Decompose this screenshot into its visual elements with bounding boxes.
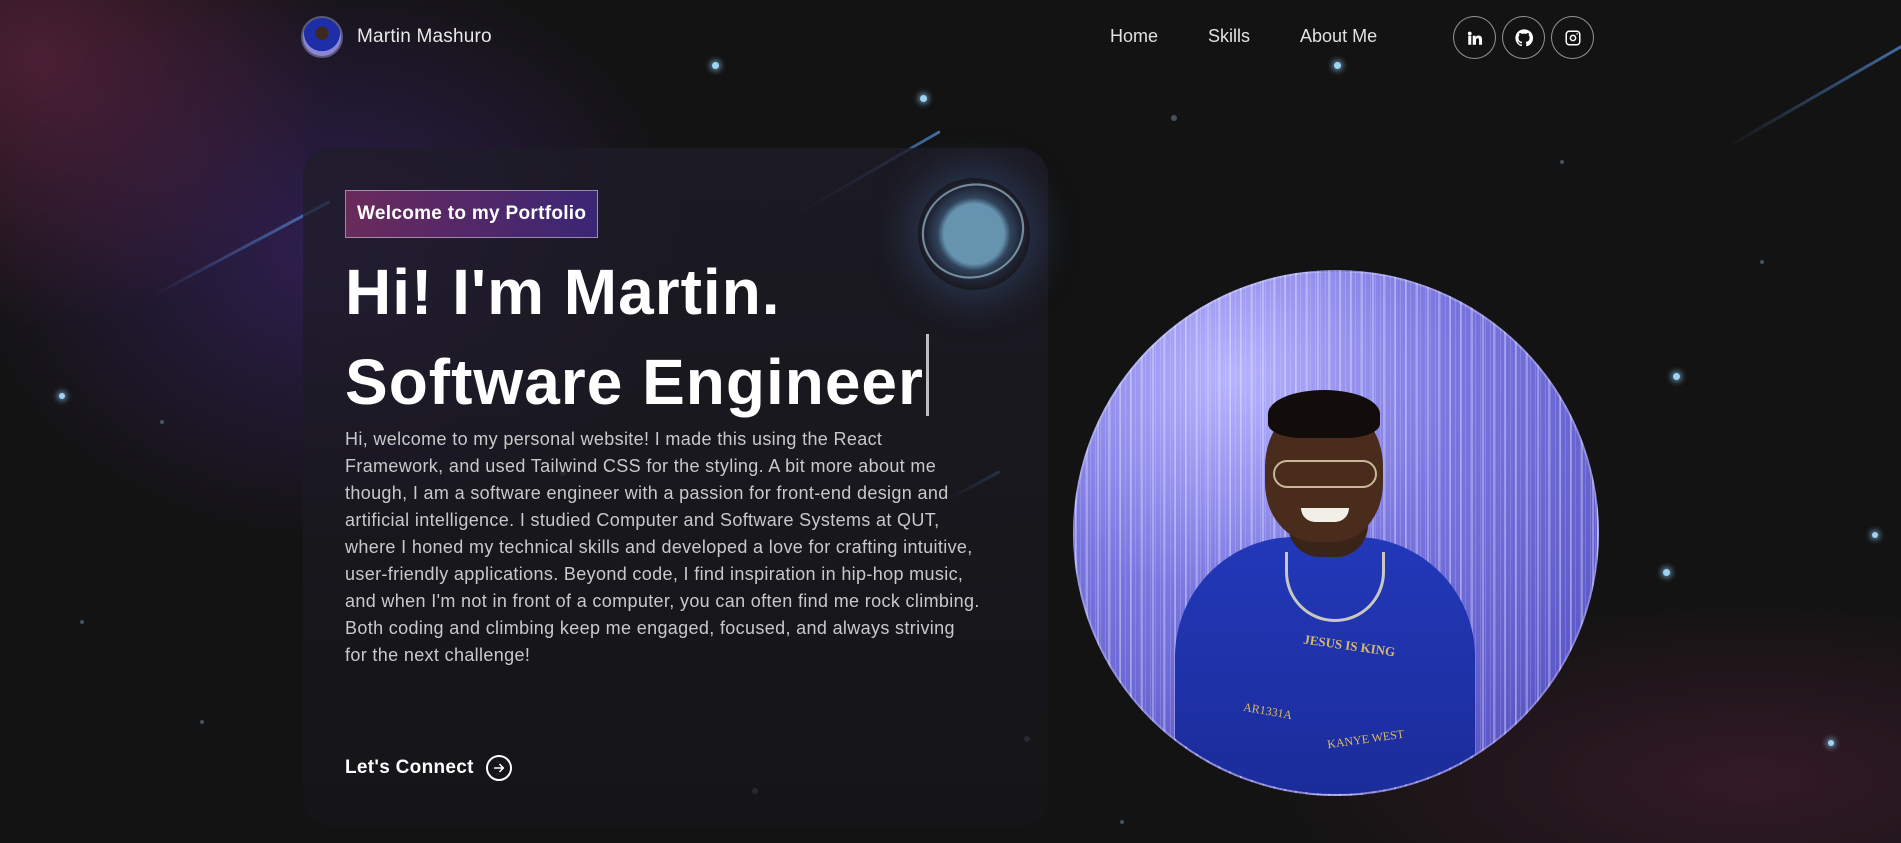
portrait-glasses xyxy=(1273,460,1377,488)
linkedin-icon xyxy=(1467,31,1482,45)
social-links xyxy=(1453,16,1594,59)
navbar: Martin Mashuro Home Skills About Me xyxy=(0,0,1901,76)
hero-bio: Hi, welcome to my personal website! I ma… xyxy=(345,429,980,665)
headline-role: Software Engineer xyxy=(345,346,924,418)
star xyxy=(1673,373,1680,380)
star xyxy=(80,620,84,624)
brand-name: Martin Mashuro xyxy=(357,26,492,47)
star xyxy=(1171,115,1177,121)
lets-connect-button[interactable]: Let's Connect xyxy=(345,755,512,781)
arrow-right-circle-icon xyxy=(485,755,512,781)
avatar xyxy=(301,16,343,58)
portrait-smile xyxy=(1301,508,1349,522)
star xyxy=(160,420,164,424)
github-button[interactable] xyxy=(1502,16,1545,59)
welcome-tagline: Welcome to my Portfolio xyxy=(345,190,599,238)
headline-greeting: Hi! I'm Martin. xyxy=(345,256,781,328)
instagram-icon xyxy=(1565,30,1580,45)
nav-link-about-me[interactable]: About Me xyxy=(1300,26,1377,47)
portrait-hair xyxy=(1268,390,1380,438)
nav-link-home[interactable]: Home xyxy=(1110,26,1158,47)
star xyxy=(1120,820,1124,824)
profile-portrait: JESUS IS KING AR1331A KANYE WEST xyxy=(1073,270,1599,796)
headline-role-wrapper: Software Engineer xyxy=(345,334,929,424)
github-icon xyxy=(1514,28,1533,46)
brand[interactable]: Martin Mashuro xyxy=(301,16,492,58)
lets-connect-label: Let's Connect xyxy=(345,757,474,778)
nav-links: Home Skills About Me xyxy=(1110,26,1427,47)
star xyxy=(59,393,65,399)
star xyxy=(1760,260,1764,264)
nav-link-skills[interactable]: Skills xyxy=(1208,26,1250,47)
star xyxy=(920,95,927,102)
star xyxy=(1828,740,1834,746)
star xyxy=(1872,532,1878,538)
star xyxy=(200,720,204,724)
linkedin-button[interactable] xyxy=(1453,16,1496,59)
typing-cursor xyxy=(925,334,929,416)
instagram-button[interactable] xyxy=(1551,16,1594,59)
hero-headline: Hi! I'm Martin. Software Engineer xyxy=(345,250,929,424)
star xyxy=(1663,569,1670,576)
star xyxy=(1560,160,1564,164)
